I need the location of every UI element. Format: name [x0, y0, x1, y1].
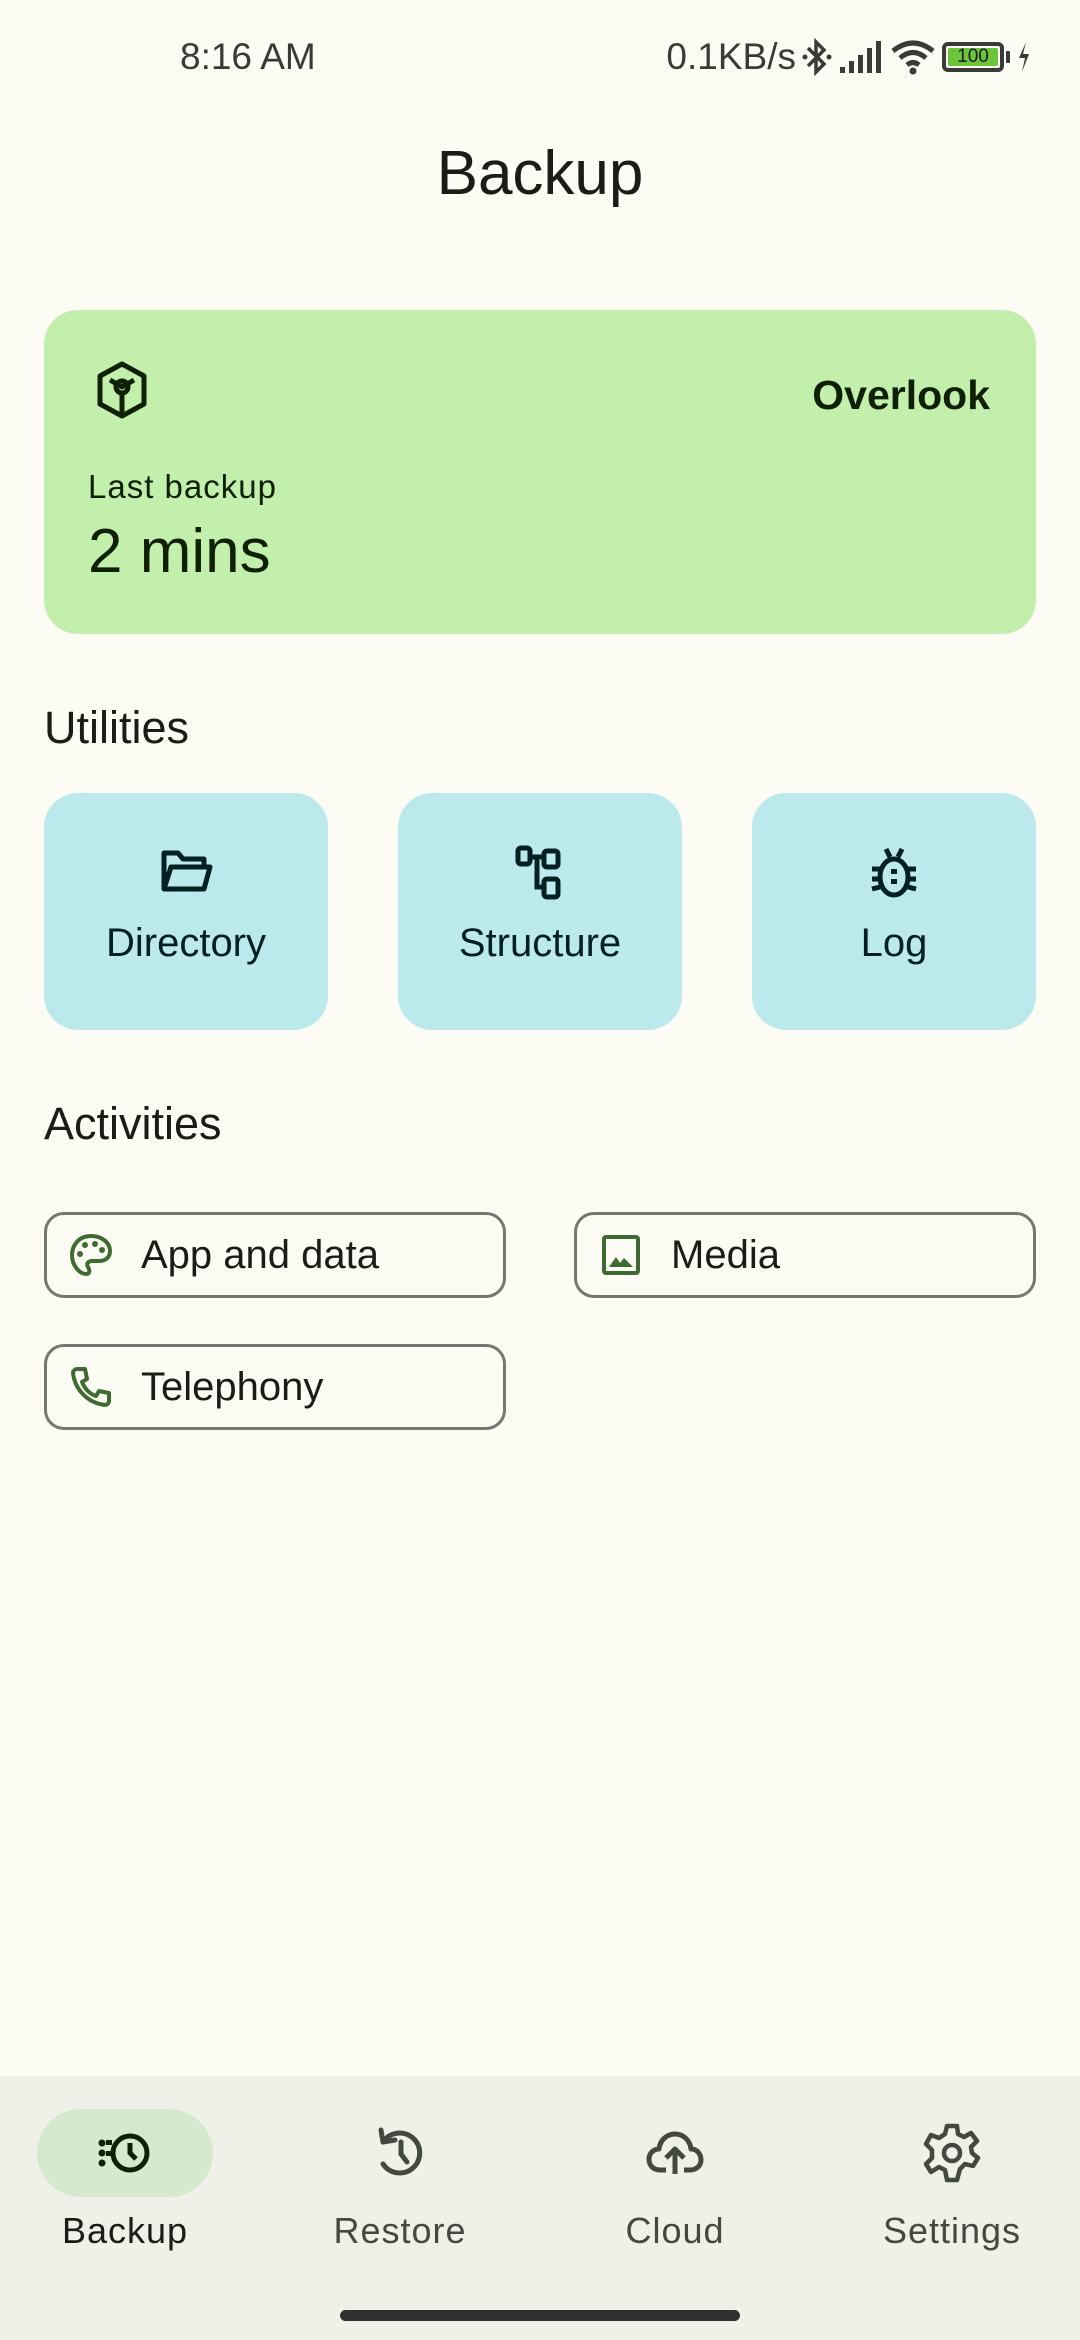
utility-log[interactable]: Log	[752, 793, 1036, 1030]
status-time: 8:16 AM	[180, 36, 316, 77]
home-indicator[interactable]	[340, 2310, 740, 2321]
gear-icon	[923, 2123, 981, 2183]
nav-item-settings[interactable]: Settings	[817, 2076, 1080, 2276]
wifi-icon	[891, 40, 935, 75]
bluetooth-icon	[802, 37, 832, 77]
nav-item-restore[interactable]: Restore	[265, 2076, 535, 2276]
history-icon	[378, 2127, 423, 2176]
utility-label: Log	[860, 921, 928, 965]
activity-label: Telephony	[141, 1364, 324, 1409]
cloud-upload-icon	[646, 2131, 704, 2174]
signal-icon	[840, 41, 881, 73]
nav-label: Settings	[882, 2210, 1022, 2251]
palette-icon	[69, 1233, 113, 1277]
nav-label: Restore	[333, 2210, 467, 2251]
utility-label: Directory	[105, 921, 267, 965]
status-bar: 8:16 AM 0.1KB/s 100	[0, 0, 1080, 120]
utility-directory[interactable]: Directory	[44, 793, 328, 1030]
last-backup-label: Last backup	[88, 468, 277, 505]
battery-level: 100	[948, 47, 998, 66]
tree-structure-icon	[515, 845, 561, 900]
folder-open-icon	[161, 850, 213, 892]
activity-media[interactable]: Media	[574, 1212, 1036, 1298]
image-icon	[602, 1235, 640, 1275]
page-title: Backup	[436, 139, 644, 208]
utility-label: Structure	[458, 921, 622, 965]
nav-label: Cloud	[625, 2210, 725, 2251]
activities-heading: Activities	[44, 1098, 222, 1149]
nav-item-backup[interactable]: Backup	[0, 2076, 260, 2276]
activity-telephony[interactable]: Telephony	[44, 1344, 506, 1430]
overlook-button[interactable]: Overlook	[812, 372, 990, 419]
utilities-heading: Utilities	[44, 702, 190, 753]
activity-label: App and data	[141, 1232, 379, 1277]
backup-clock-icon	[98, 2133, 150, 2173]
nav-label: Backup	[61, 2210, 189, 2251]
bottom-navigation: Backup Restore Cloud Settings	[0, 2076, 1080, 2340]
charging-icon	[1019, 42, 1029, 72]
phone-icon	[71, 1367, 111, 1407]
package-icon	[97, 361, 147, 419]
last-backup-card[interactable]: Overlook Last backup 2 mins	[44, 310, 1036, 634]
network-speed: 0.1KB/s	[666, 36, 796, 77]
activity-app-and-data[interactable]: App and data	[44, 1212, 506, 1298]
last-backup-value: 2 mins	[88, 517, 271, 586]
nav-item-cloud[interactable]: Cloud	[540, 2076, 810, 2276]
activity-label: Media	[671, 1232, 780, 1277]
utility-structure[interactable]: Structure	[398, 793, 682, 1030]
battery-icon: 100	[942, 42, 1010, 72]
bug-icon	[871, 847, 917, 898]
status-icons: 0.1KB/s 100	[666, 36, 1032, 78]
